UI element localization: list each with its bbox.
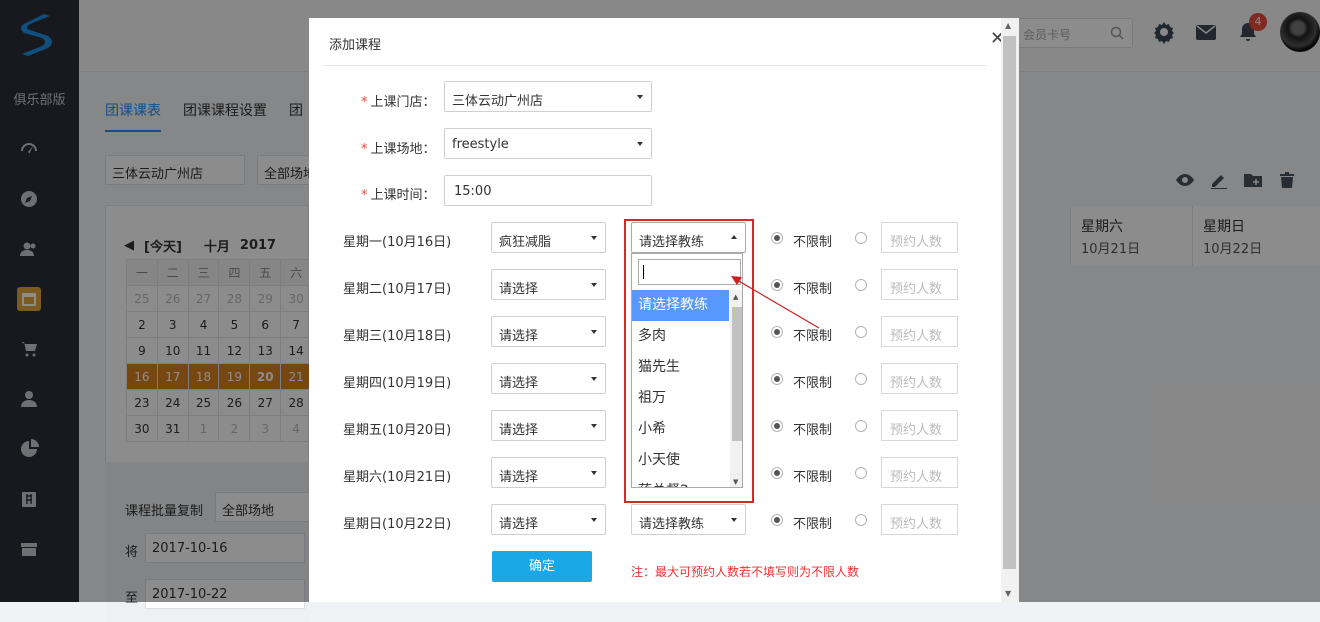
chevron-down-icon	[637, 95, 643, 99]
limit-radio-mon[interactable]	[855, 232, 867, 244]
course-select-fri[interactable]: 请选择	[491, 410, 606, 441]
store-select-value: 三体云动广州店	[452, 94, 544, 109]
unlimited-label: 不限制	[793, 517, 833, 532]
modal-divider	[323, 65, 987, 66]
limit-radio-fri[interactable]	[855, 420, 867, 432]
unlimited-radio-fri[interactable]	[771, 420, 783, 432]
chevron-down-icon	[591, 518, 597, 522]
course-select-sat[interactable]: 请选择	[491, 457, 606, 488]
scroll-down-icon[interactable]: ▼	[1005, 589, 1011, 598]
unlimited-label: 不限制	[793, 282, 833, 297]
chevron-down-icon	[591, 471, 597, 475]
day-label-sun: 星期日(10月22日)	[343, 517, 452, 532]
course-select-value: 请选择	[499, 282, 539, 297]
course-select-value: 疯狂减脂	[499, 235, 552, 250]
course-select-value: 请选择	[499, 423, 539, 438]
course-select-value: 请选择	[499, 329, 539, 344]
coach-option[interactable]: 小希	[632, 414, 729, 445]
chevron-down-icon	[591, 377, 597, 381]
day-label-wed: 星期三(10月18日)	[343, 329, 452, 344]
time-label: * 上课时间：	[361, 188, 436, 203]
time-input[interactable]: 15:00	[444, 175, 652, 206]
coach-option[interactable]: 小天使	[632, 445, 729, 476]
course-select-wed[interactable]: 请选择	[491, 316, 606, 347]
text-cursor	[643, 265, 644, 279]
unlimited-radio-wed[interactable]	[771, 326, 783, 338]
limit-radio-tue[interactable]	[855, 279, 867, 291]
chevron-down-icon	[591, 424, 597, 428]
store-select[interactable]: 三体云动广州店	[444, 81, 652, 112]
course-select-tue[interactable]: 请选择	[491, 269, 606, 300]
unlimited-label: 不限制	[793, 235, 833, 250]
limit-radio-thu[interactable]	[855, 373, 867, 385]
day-label-fri: 星期五(10月20日)	[343, 423, 452, 438]
coach-select-value: 请选择教练	[639, 235, 705, 250]
scroll-up-icon[interactable]: ▲	[1005, 21, 1011, 30]
chevron-up-icon	[731, 235, 737, 239]
coach-search-input[interactable]	[638, 259, 741, 285]
count-input-mon[interactable]: 预约人数	[881, 222, 958, 253]
coach-select-sun[interactable]: 请选择教练	[631, 504, 746, 535]
limit-radio-wed[interactable]	[855, 326, 867, 338]
limit-note: 注：最大可预约人数若不填写则为不限人数	[631, 565, 860, 579]
coach-option[interactable]: 多肉	[632, 321, 729, 352]
coach-options: 请选择教练 多肉 猫先生 祖万 小希 小天使 蒋总督2	[632, 290, 729, 487]
unlimited-label: 不限制	[793, 470, 833, 485]
chevron-down-icon	[591, 330, 597, 334]
count-input-tue[interactable]: 预约人数	[881, 269, 958, 300]
unlimited-radio-mon[interactable]	[771, 232, 783, 244]
count-input-fri[interactable]: 预约人数	[881, 410, 958, 441]
course-select-sun[interactable]: 请选择	[491, 504, 606, 535]
limit-radio-sun[interactable]	[855, 514, 867, 526]
coach-option[interactable]: 蒋总督2	[632, 476, 729, 487]
count-input-thu[interactable]: 预约人数	[881, 363, 958, 394]
chevron-down-icon	[731, 518, 737, 522]
coach-option[interactable]: 猫先生	[632, 352, 729, 383]
modal-scrollbar-thumb[interactable]	[1003, 36, 1016, 569]
unlimited-radio-tue[interactable]	[771, 279, 783, 291]
day-label-sat: 星期六(10月21日)	[343, 470, 452, 485]
course-select-value: 请选择	[499, 517, 539, 532]
chevron-down-icon	[591, 283, 597, 287]
venue-select[interactable]: freestyle	[444, 128, 652, 159]
count-input-wed[interactable]: 预约人数	[881, 316, 958, 347]
unlimited-radio-sat[interactable]	[771, 467, 783, 479]
venue-label: * 上课场地：	[361, 142, 436, 157]
unlimited-radio-thu[interactable]	[771, 373, 783, 385]
coach-select-value: 请选择教练	[639, 517, 705, 532]
count-input-sun[interactable]: 预约人数	[881, 504, 958, 535]
course-select-value: 请选择	[499, 470, 539, 485]
scroll-up-icon[interactable]: ▲	[733, 293, 738, 301]
unlimited-radio-sun[interactable]	[771, 514, 783, 526]
course-select-value: 请选择	[499, 376, 539, 391]
coach-dropdown: 请选择教练 多肉 猫先生 祖万 小希 小天使 蒋总督2 ▲ ▼	[631, 253, 743, 488]
coach-option[interactable]: 祖万	[632, 383, 729, 414]
unlimited-label: 不限制	[793, 329, 833, 344]
chevron-down-icon	[637, 142, 643, 146]
store-label: * 上课门店：	[361, 95, 436, 110]
scroll-down-icon[interactable]: ▼	[733, 478, 738, 486]
unlimited-label: 不限制	[793, 423, 833, 438]
unlimited-label: 不限制	[793, 376, 833, 391]
modal-title: 添加课程	[329, 38, 382, 53]
confirm-button[interactable]: 确定	[492, 551, 592, 582]
count-input-sat[interactable]: 预约人数	[881, 457, 958, 488]
course-select-thu[interactable]: 请选择	[491, 363, 606, 394]
coach-select-mon[interactable]: 请选择教练	[631, 222, 746, 253]
dropdown-scrollbar-thumb[interactable]	[732, 307, 742, 441]
limit-radio-sat[interactable]	[855, 467, 867, 479]
add-course-modal: 添加课程 ✕ ▲ ▼ * 上课门店： 三体云动广州店 * 上课场地： freesty…	[309, 18, 1019, 602]
venue-select-value: freestyle	[452, 137, 509, 152]
day-label-mon: 星期一(10月16日)	[343, 235, 452, 250]
day-label-tue: 星期二(10月17日)	[343, 282, 452, 297]
course-select-mon[interactable]: 疯狂减脂	[491, 222, 606, 253]
day-label-thu: 星期四(10月19日)	[343, 376, 452, 391]
chevron-down-icon	[591, 236, 597, 240]
coach-option[interactable]: 请选择教练	[632, 290, 729, 321]
